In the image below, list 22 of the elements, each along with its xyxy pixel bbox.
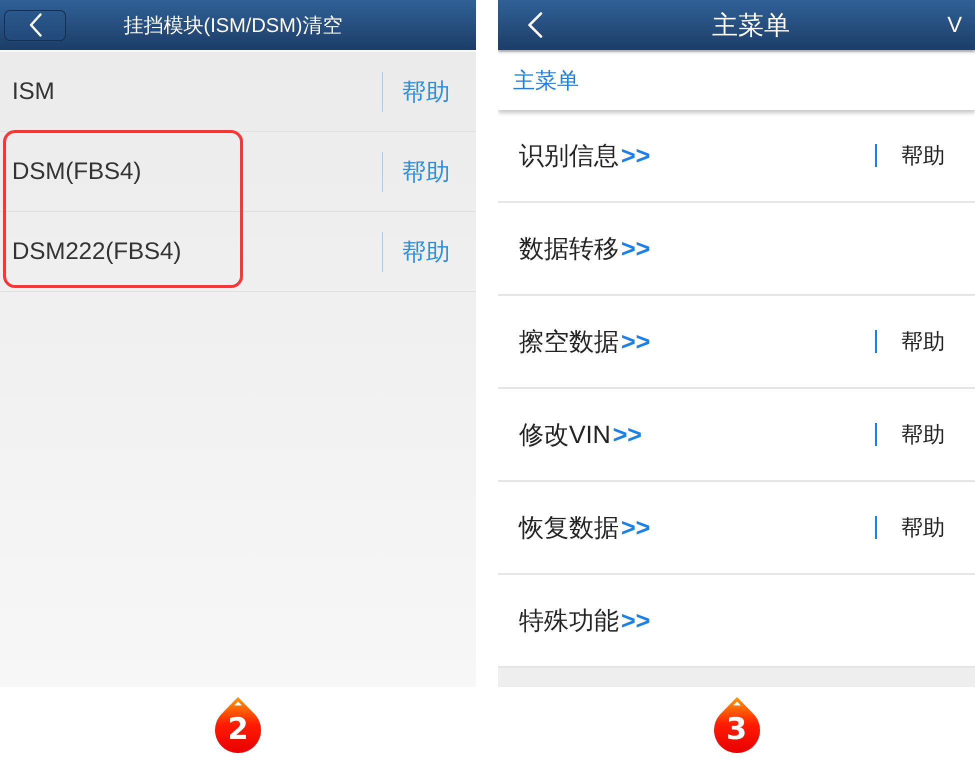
help-link[interactable]: 帮助 [901, 140, 945, 170]
list-item[interactable]: ISM [12, 78, 55, 106]
back-icon[interactable] [527, 12, 543, 38]
list-item[interactable]: DSM222(FBS4) [12, 238, 182, 266]
menu-item[interactable]: 擦空数据>> [519, 325, 650, 358]
menu-item[interactable]: 恢复数据>> [519, 511, 650, 544]
menu-item[interactable]: 特殊功能>> [519, 604, 650, 637]
menu-item[interactable]: 识别信息>> [519, 139, 650, 172]
list-item[interactable]: DSM(FBS4) [12, 158, 142, 186]
header-action-button[interactable]: V [947, 12, 962, 38]
help-link[interactable]: 帮助 [901, 512, 945, 542]
chevron-left-icon [28, 13, 42, 37]
menu-item[interactable]: 修改VIN>> [519, 418, 642, 451]
breadcrumb-link[interactable]: 主菜单 [513, 66, 579, 96]
step-badge: 2 [214, 697, 262, 753]
back-button[interactable] [4, 10, 66, 40]
screen-title: 主菜单 [711, 8, 792, 42]
menu-item[interactable]: 数据转移>> [519, 232, 650, 265]
help-link[interactable]: 帮助 [901, 420, 945, 450]
screen-title: 挂挡模块(ISM/DSM)清空 [122, 14, 344, 38]
help-link[interactable]: 帮助 [901, 326, 945, 356]
step-badge: 3 [712, 697, 760, 753]
